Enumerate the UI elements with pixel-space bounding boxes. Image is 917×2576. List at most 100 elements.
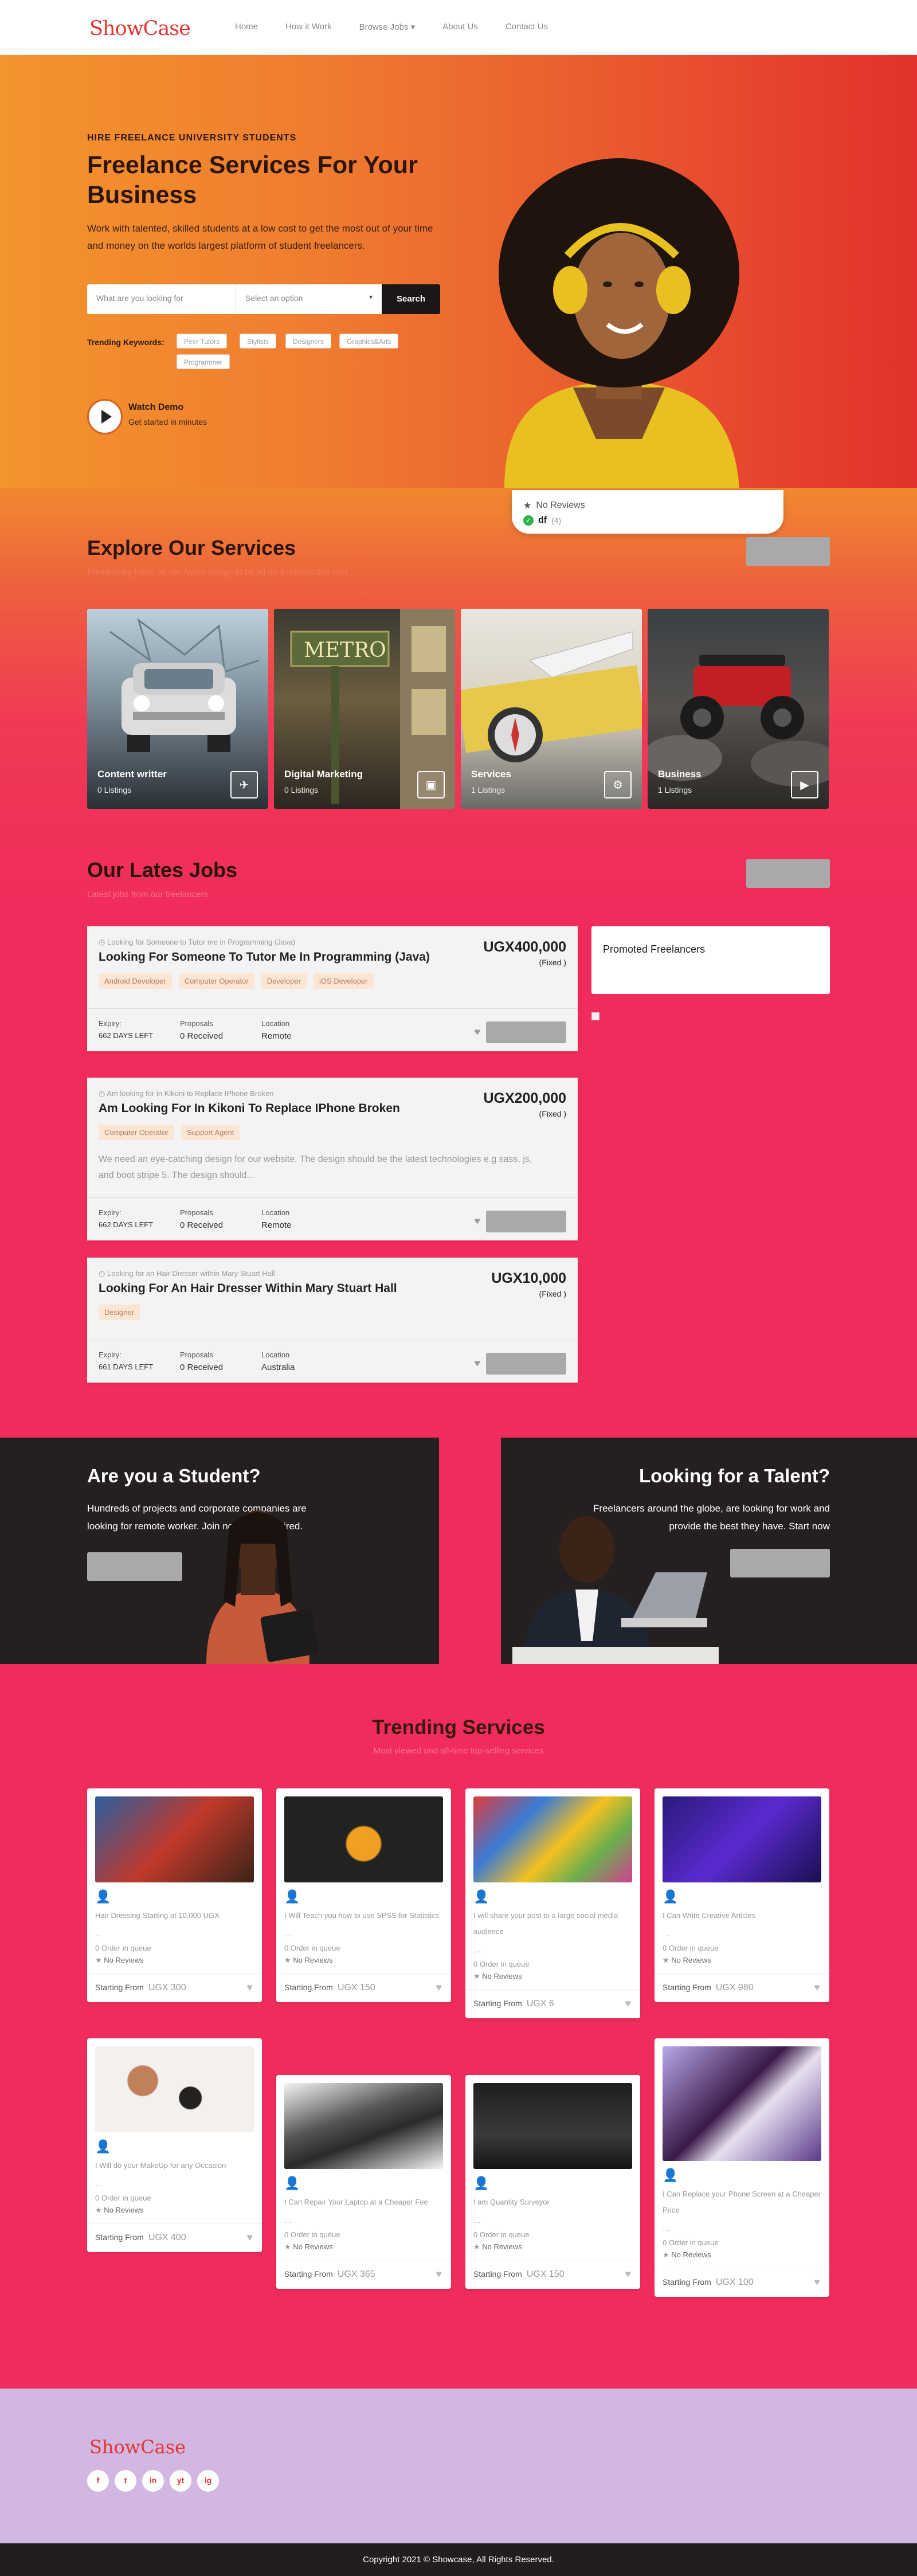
category-select[interactable]: Select an option — [236, 284, 382, 314]
service-gig-card[interactable]: 👤 I am Quantity Surveyor … 0 Order in qu… — [465, 2075, 640, 2289]
heart-icon[interactable]: ♥ — [474, 1026, 480, 1038]
gig-price: UGX 300 — [148, 1983, 186, 1992]
heart-icon[interactable]: ♥ — [474, 1357, 480, 1369]
service-card[interactable]: Content writter 0 Listings ✈ — [87, 609, 268, 809]
service-gig-card[interactable]: 👤 I Can Repair Your Laptop at a Cheaper … — [276, 2075, 451, 2289]
site-logo[interactable]: ShowCase — [89, 17, 191, 40]
talent-start-button[interactable] — [730, 1549, 830, 1577]
gig-reviews: No Reviews — [284, 2242, 443, 2252]
gig-image-articles — [663, 1796, 821, 1882]
heart-icon[interactable]: ♥ — [246, 1982, 253, 1994]
apply-button[interactable] — [486, 1021, 566, 1043]
gig-dots: … — [473, 2216, 481, 2225]
view-all-jobs-button[interactable] — [746, 859, 830, 888]
job-tag[interactable]: Android Developer — [99, 973, 172, 989]
nav-about-us[interactable]: About Us — [442, 22, 478, 32]
job-tag[interactable]: Designer — [99, 1305, 140, 1320]
briefcase-icon: ▣ — [417, 771, 445, 798]
gig-price: UGX 6 — [526, 1999, 554, 2009]
job-tag[interactable]: Computer Operator — [178, 973, 254, 989]
heart-icon[interactable]: ♥ — [814, 1982, 820, 1994]
student-join-button[interactable] — [87, 1552, 182, 1581]
gig-dots: … — [284, 2216, 292, 2225]
keyword-chip[interactable]: Designers — [285, 334, 332, 349]
gig-description[interactable]: I will share your post to a large social… — [473, 1908, 632, 1940]
gig-description[interactable]: I am Quantity Surveyor — [473, 2194, 632, 2210]
nav-contact-us[interactable]: Contact Us — [505, 22, 548, 32]
linkedin-icon[interactable]: in — [142, 2470, 164, 2492]
job-tag[interactable]: Developer — [261, 973, 307, 989]
keyword-chip[interactable]: Graphics&Arts — [339, 334, 399, 349]
jobs-subtitle: Latest jobs from our freelancers — [87, 890, 208, 899]
proposals-value: 0 Received — [180, 1363, 224, 1372]
nav-how-it-work[interactable]: How it Work — [285, 22, 332, 32]
job-price-type: (Fixed ) — [539, 1289, 566, 1298]
gig-queue: 0 Order in queue — [473, 1960, 530, 1968]
gig-description[interactable]: I Can Replace your Phone Screen at a Che… — [663, 2186, 821, 2218]
job-price: UGX10,000 (Fixed ) — [491, 1270, 566, 1298]
nav-home[interactable]: Home — [235, 22, 258, 32]
twitter-icon[interactable]: t — [115, 2470, 136, 2492]
heart-icon[interactable]: ♥ — [625, 1998, 631, 2010]
job-card[interactable]: Am looking for in Kikoni to Replace IPho… — [87, 1078, 578, 1240]
keyword-chip[interactable]: Programmer — [177, 354, 230, 369]
expiry-value: 661 DAYS LEFT — [99, 1363, 154, 1371]
service-gig-card[interactable]: 👤 Hair Dressing Starting at 10,000 UGX …… — [87, 1788, 262, 2002]
service-gig-card[interactable]: 👤 I Will do your MakeUp for any Occasion… — [87, 2038, 262, 2252]
service-card[interactable]: Business 1 Listings ▶ — [648, 609, 829, 809]
service-title: Content writter — [97, 769, 167, 780]
service-card[interactable]: Services 1 Listings ⚙ — [461, 609, 642, 809]
expiry-label: Expiry: — [99, 1019, 122, 1028]
student-photo — [206, 1510, 319, 1664]
gig-image-spss — [284, 1796, 443, 1882]
view-all-services-button[interactable] — [746, 537, 830, 566]
watch-demo-title[interactable]: Watch Demo — [128, 402, 183, 413]
search-button[interactable]: Search — [382, 284, 440, 314]
expiry-value: 662 DAYS LEFT — [99, 1031, 154, 1040]
gig-description[interactable]: I Can Write Creative Articles — [663, 1908, 821, 1924]
footer-logo[interactable]: ShowCase — [89, 2436, 186, 2458]
starting-from-label: Starting From — [473, 2269, 522, 2279]
service-gig-card[interactable]: 👤 I will share your post to a large soci… — [465, 1788, 640, 2018]
starting-from-label: Starting From — [284, 2269, 333, 2279]
gig-description[interactable]: Hair Dressing Starting at 10,000 UGX — [95, 1908, 254, 1924]
location-label: Location — [261, 1019, 290, 1028]
play-icon[interactable] — [87, 399, 123, 434]
gear-icon: ⚙ — [604, 771, 632, 798]
heart-icon[interactable]: ♥ — [474, 1215, 480, 1227]
apply-button[interactable] — [486, 1353, 566, 1375]
user-avatar-icon: 👤 — [284, 2176, 300, 2190]
facebook-icon[interactable]: f — [87, 2470, 109, 2492]
job-tag[interactable]: Computer Operator — [99, 1125, 174, 1140]
search-input[interactable]: What are you looking for — [87, 284, 236, 314]
user-avatar-icon: 👤 — [284, 1889, 300, 1904]
gig-description[interactable]: I Will do your MakeUp for any Occasion — [95, 2158, 254, 2174]
gig-queue: 0 Order in queue — [95, 1944, 151, 1952]
service-gig-card[interactable]: 👤 I Will Teach you how to use SPSS for S… — [276, 1788, 451, 2002]
job-tag[interactable]: Support Agent — [181, 1125, 240, 1140]
instagram-icon[interactable]: ig — [197, 2470, 219, 2492]
keyword-chip[interactable]: Peer Tutors — [177, 334, 228, 349]
student-title: Are you a Student? — [87, 1465, 261, 1486]
watch-demo-subtitle: Get started in minutes — [128, 417, 207, 426]
heart-icon[interactable]: ♥ — [814, 2276, 820, 2288]
gig-dots: … — [663, 1929, 670, 1938]
apply-button[interactable] — [486, 1211, 566, 1232]
student-banner: Are you a Student? Hundreds of projects … — [0, 1438, 439, 1664]
job-card[interactable]: Looking for Someone to Tutor me in Progr… — [87, 926, 578, 1051]
heart-icon[interactable]: ♥ — [246, 2232, 253, 2244]
service-card[interactable]: METRO Digital Marketing 0 Listings ▣ — [274, 609, 455, 809]
heart-icon[interactable]: ♥ — [436, 1982, 442, 1994]
keyword-chip[interactable]: Stylists — [240, 334, 277, 349]
service-gig-card[interactable]: 👤 I Can Write Creative Articles … 0 Orde… — [655, 1788, 829, 2002]
job-card[interactable]: Looking for an Hair Dresser within Mary … — [87, 1258, 578, 1383]
nav-browse-jobs[interactable]: Browse Jobs ▾ — [359, 22, 416, 32]
service-gig-card[interactable]: 👤 I Can Replace your Phone Screen at a C… — [655, 2038, 829, 2297]
heart-icon[interactable]: ♥ — [625, 2268, 631, 2280]
heart-icon[interactable]: ♥ — [436, 2268, 442, 2280]
gig-description[interactable]: I Can Repair Your Laptop at a Cheaper Fe… — [284, 2194, 443, 2210]
youtube-icon[interactable]: yt — [170, 2470, 191, 2492]
gig-description[interactable]: I Will Teach you how to use SPSS for Sta… — [284, 1908, 443, 1924]
services-title: Explore Our Services — [87, 536, 296, 559]
job-tag[interactable]: iOS Developer — [313, 973, 374, 989]
